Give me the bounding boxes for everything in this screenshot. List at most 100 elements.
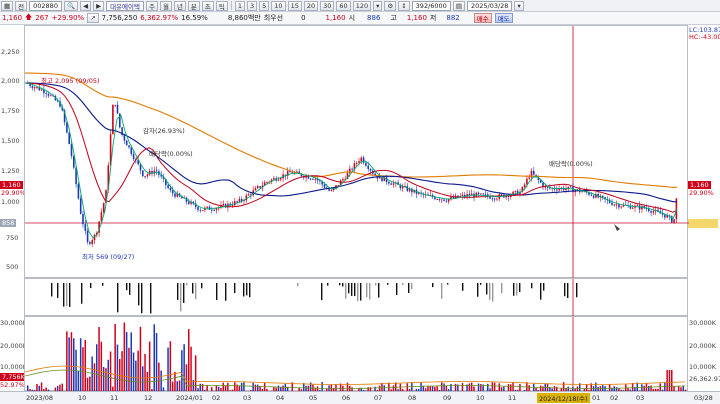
candle-body [558,188,560,191]
period-minute[interactable]: 분 [187,0,200,11]
candle-body [590,194,593,196]
volume-current-pct: 52.97% [0,381,25,389]
y-tick: 750 [6,234,19,242]
turnover-bar [169,341,172,392]
period-yearly[interactable]: 년 [173,0,186,11]
period-second[interactable]: 초 [201,0,214,11]
y-tick: 1,250 [1,167,20,175]
calendar-icon[interactable]: ▤ [452,0,465,11]
interval-60[interactable]: 60 [336,0,351,11]
price-chart-pane[interactable]: 최고 2,095 (09/05) 최저 569 (09/27) 감자(26.93… [24,25,689,279]
candle-body [199,209,202,211]
volume-strength-chart[interactable] [25,279,689,317]
strength-bar [396,283,398,296]
strength-bar [117,283,119,313]
time-axis: 2023/08 10 11 12 2024/01 02 03 04 05 06 … [0,391,720,404]
expand-icon[interactable]: ↕ [398,0,410,11]
prev-arrow-icon[interactable]: ◀ [80,0,92,11]
strength-bar [441,283,443,299]
trend-icon[interactable]: ↗ [87,13,99,23]
candle-body [461,194,464,197]
turnover-bar [98,326,100,392]
turnover-bar [666,370,668,392]
strength-bar [66,283,68,306]
turnover-bar [91,356,93,392]
right-current-tag: 1,160 [688,181,711,189]
strength-bar [150,283,152,314]
interval-20[interactable]: 20 [303,0,319,11]
strength-bar [51,283,53,297]
turnover-bar [181,350,183,392]
turnover-bar [96,344,98,392]
turnover-bar [114,324,116,392]
open-label: 시 [348,14,356,22]
x-tick: 03 [243,394,252,402]
strength-bar [480,283,482,285]
turnover-bar [135,360,137,392]
candle-body [86,230,89,243]
period-weekly[interactable]: 주 [145,0,158,11]
strength-bar [411,283,413,290]
turnover-bar [70,332,73,392]
y-tick: 1,750 [1,107,20,115]
interval-3[interactable]: 3 [247,0,258,11]
period-monthly[interactable]: 월 [159,0,172,11]
candle-body [323,184,326,188]
turnover-tick-right: 30,000K [689,319,717,327]
interval-5[interactable]: 5 [259,0,270,11]
grid-icon[interactable]: ▦ [1,0,14,11]
interval-1[interactable]: 1 [234,0,246,11]
candle-body [664,214,666,218]
interval-30[interactable]: 30 [320,0,335,11]
candle-body [171,190,174,194]
strength-bar [402,283,404,286]
candle-body [201,210,204,211]
date-picker-icon[interactable]: ▾ [514,0,524,11]
current-price: 1,160 [2,14,23,22]
candle-body [636,205,639,207]
search-icon[interactable]: 🔍 [63,0,79,11]
interval-15[interactable]: 15 [287,0,302,11]
x-tick: 03/28 [694,394,713,402]
data-position[interactable]: 392/6000 [411,0,451,11]
sell-button[interactable]: 매도 [494,13,513,23]
low-label: 저 [429,14,437,22]
ma20-line [24,82,678,213]
strength-bar [195,283,197,300]
interval-dropdown-icon[interactable]: ▾ [373,0,383,11]
turnover-tick-right: 10,000K [689,363,717,371]
x-tick: 10 [476,394,485,402]
candle-body [367,165,369,170]
buy-button[interactable]: 매수 [473,13,492,23]
candle-body [79,198,82,214]
x-tick: 2023/08 [26,394,54,402]
turnover-bar [116,344,119,392]
candle-body [493,198,496,200]
turnover-bar [144,353,146,392]
y-tick: 1,000 [1,198,20,206]
x-tick: 05 [309,394,318,402]
turnover-tick-right: 20,000K [689,342,717,350]
turnover-pane[interactable] [24,316,689,392]
settings-icon[interactable]: ⚙ [384,0,397,11]
next-arrow-icon[interactable]: ▶ [93,0,105,11]
strength-bar [462,283,464,291]
code-type-select[interactable]: 전 [15,0,28,11]
candle-body [631,207,634,209]
stock-code-input[interactable]: 002880 [29,0,62,11]
date-input[interactable]: 2025/03/28 [466,0,513,11]
right-axis: LC:103.87 HC:-43.00 1,160 29.90% 30,000K… [688,25,720,391]
candle-body [102,203,105,213]
price-chart[interactable]: 최고 2,095 (09/05) 최저 569 (09/27) 감자(26.93… [24,26,689,279]
candle-body [328,188,330,191]
period-tick[interactable]: 틱 [215,0,228,11]
candle-body [388,182,390,184]
volume-strength-pane[interactable] [24,278,689,317]
interval-120[interactable]: 120 [352,0,372,11]
candle-body [47,93,50,96]
interval-10[interactable]: 10 [271,0,286,11]
strength-bar [57,283,59,298]
candle-body [142,170,144,177]
turnover-chart[interactable] [24,317,689,392]
strength-bar [69,283,71,307]
